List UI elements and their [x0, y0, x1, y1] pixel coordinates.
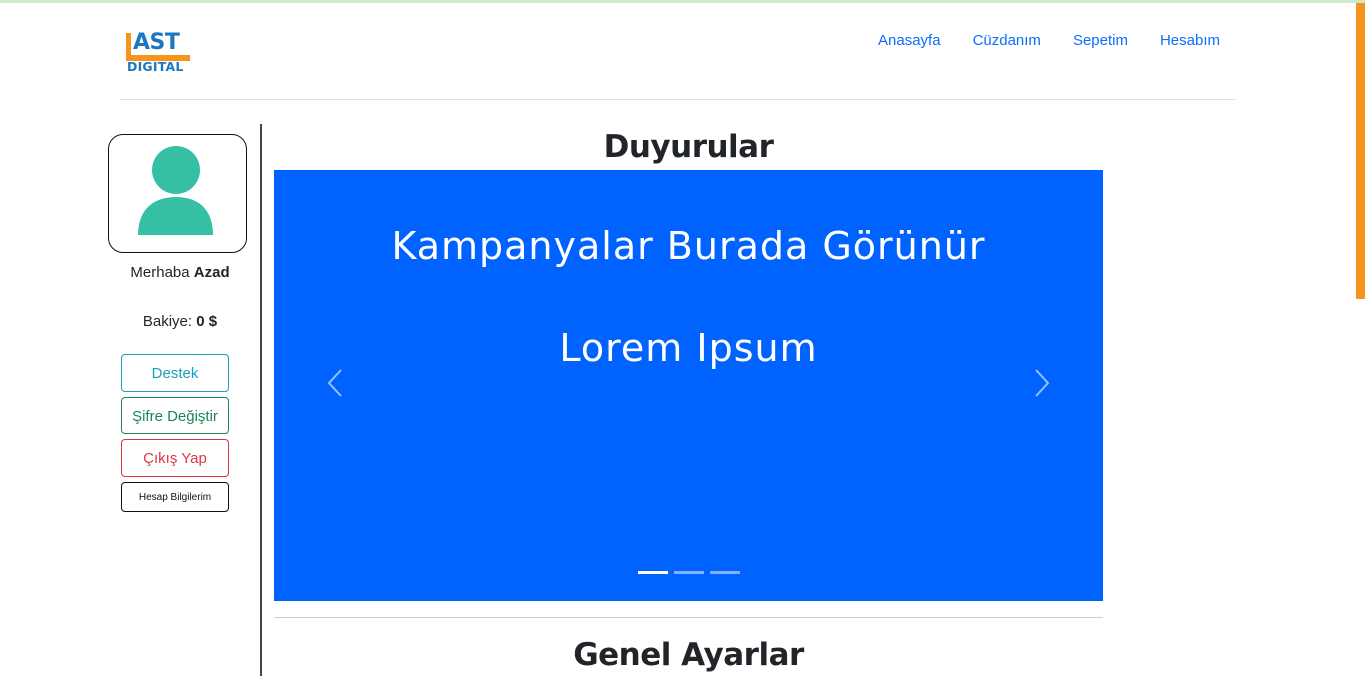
sidebar: Merhaba Azad Bakiye: 0 $ Destek Şifre De… — [100, 124, 262, 676]
chevron-left-icon — [327, 369, 342, 397]
balance-label: Bakiye: — [142, 313, 193, 330]
navbar: AST DIGITAL Anasayfa Cüzdanım Sepetim He… — [120, 3, 1236, 100]
logo-digital-text: DIGITAL — [127, 59, 184, 74]
brand-logo[interactable]: AST DIGITAL — [126, 30, 196, 77]
avatar — [108, 134, 247, 253]
greeting-text: Merhaba Azad — [100, 264, 260, 281]
balance-text: Bakiye: 0 $ — [100, 313, 260, 330]
section-divider — [274, 617, 1103, 618]
carousel-next-button[interactable] — [1026, 366, 1056, 406]
account-info-button[interactable]: Hesap Bilgilerim — [121, 482, 229, 512]
nav-link-hesabim[interactable]: Hesabım — [1144, 29, 1236, 53]
carousel-indicator-2[interactable] — [674, 571, 704, 574]
carousel-prev-button[interactable] — [321, 366, 351, 406]
change-password-button[interactable]: Şifre Değiştir — [121, 397, 229, 434]
announcement-carousel: Kampanyalar Burada Görünür Lorem Ipsum — [274, 170, 1103, 601]
settings-title: Genel Ayarlar — [573, 637, 804, 673]
nav-link-cuzdanim[interactable]: Cüzdanım — [957, 29, 1057, 53]
chevron-right-icon — [1035, 369, 1050, 397]
announcements-title: Duyurular — [603, 129, 774, 165]
user-avatar-icon — [138, 146, 213, 235]
carousel-indicator-1[interactable] — [638, 571, 668, 574]
balance-value: 0 $ — [196, 313, 218, 330]
nav-link-sepetim[interactable]: Sepetim — [1057, 29, 1144, 53]
support-button[interactable]: Destek — [121, 354, 229, 392]
logout-button[interactable]: Çıkış Yap — [121, 439, 229, 477]
carousel-indicators — [638, 571, 746, 574]
carousel-indicator-3[interactable] — [710, 571, 740, 574]
username: Azad — [193, 264, 230, 281]
logo-ast-text: AST — [133, 30, 180, 55]
carousel-headline: Kampanyalar Burada Görünür — [391, 224, 986, 268]
scrollbar-thumb[interactable] — [1356, 3, 1365, 299]
greeting-prefix: Merhaba — [130, 264, 190, 281]
carousel-subline: Lorem Ipsum — [559, 326, 818, 370]
nav-link-anasayfa[interactable]: Anasayfa — [862, 29, 957, 53]
nav-links: Anasayfa Cüzdanım Sepetim Hesabım — [862, 29, 1236, 53]
